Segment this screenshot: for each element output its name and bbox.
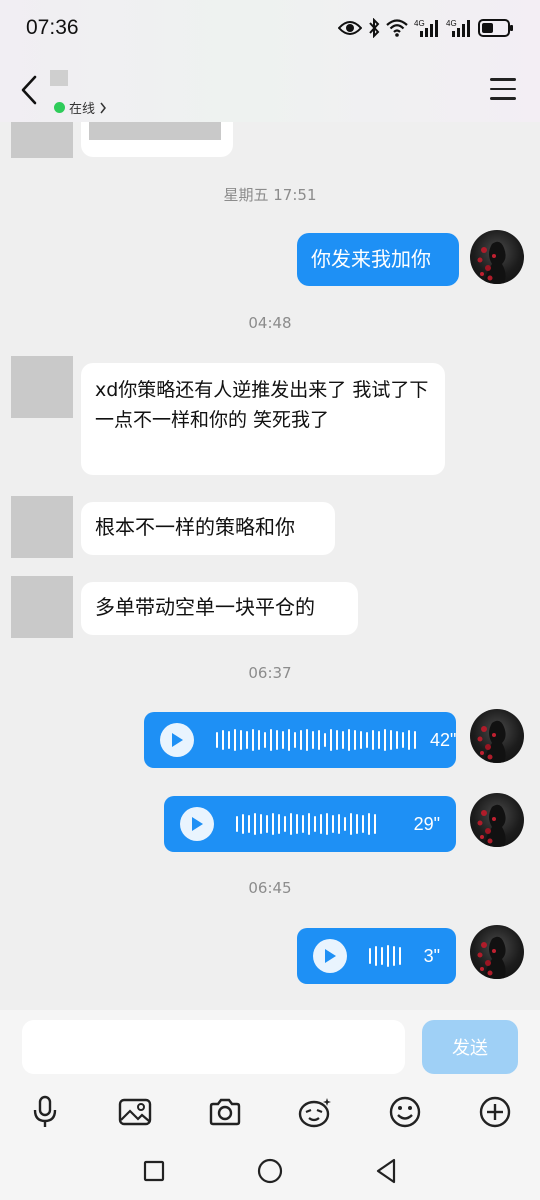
image-icon: [118, 1098, 152, 1126]
waveform: [216, 729, 416, 751]
emoji-button[interactable]: [385, 1092, 425, 1132]
contact-avatar[interactable]: [11, 122, 73, 158]
net-label-1: 4G: [414, 19, 425, 28]
voice-message[interactable]: 42": [144, 712, 456, 768]
bluetooth-icon: [369, 18, 380, 38]
online-status-label: 在线: [69, 102, 96, 117]
status-icons: 4G 4G: [338, 14, 514, 42]
input-bar: 发送: [0, 1010, 540, 1088]
home-button[interactable]: [253, 1154, 287, 1188]
timestamp: 06:37: [248, 664, 292, 682]
camera-button[interactable]: [205, 1092, 245, 1132]
sticker-button[interactable]: [295, 1092, 335, 1132]
voice-duration: 3": [423, 945, 440, 966]
play-button[interactable]: [313, 939, 347, 973]
input-toolbar: [0, 1088, 540, 1140]
send-button[interactable]: 发送: [422, 1020, 518, 1074]
plus-icon: [479, 1096, 511, 1128]
message-input[interactable]: [22, 1020, 405, 1074]
chat-header: 在线: [0, 58, 540, 122]
contact-avatar[interactable]: [11, 576, 73, 638]
menu-line: [490, 78, 516, 81]
redacted-message-bubble[interactable]: [81, 122, 233, 157]
eye-icon: [338, 21, 362, 35]
timestamp: 04:48: [248, 314, 292, 332]
square-icon: [143, 1160, 165, 1182]
online-status[interactable]: 在线: [54, 98, 107, 117]
message-bubble-outgoing[interactable]: 你发来我加你: [297, 233, 459, 286]
status-time: 07:36: [26, 16, 79, 39]
recents-button[interactable]: [137, 1154, 171, 1188]
play-icon: [192, 817, 203, 831]
sticker-icon: [298, 1098, 331, 1128]
back-nav-button[interactable]: [369, 1154, 403, 1188]
timestamp: 星期五 17:51: [223, 186, 317, 204]
voice-message[interactable]: 3": [297, 928, 456, 984]
online-dot-icon: [54, 102, 65, 113]
waveform: [369, 945, 401, 967]
voice-message[interactable]: 29": [164, 796, 456, 852]
net-label-2: 4G: [446, 19, 457, 28]
message-bubble-incoming[interactable]: 根本不一样的策略和你: [81, 502, 335, 555]
menu-line: [490, 97, 516, 100]
battery-icon: [478, 19, 513, 37]
menu-line: [490, 87, 516, 90]
chat-area[interactable]: 星期五 17:51 你发来我加你 04:48 xd你策略还有人逆推发出来了 我试…: [0, 122, 540, 1010]
voice-duration: 29": [413, 813, 440, 834]
my-avatar[interactable]: [470, 925, 524, 979]
waveform: [236, 813, 376, 835]
system-nav-bar: [0, 1140, 540, 1200]
microphone-icon: [33, 1095, 57, 1127]
menu-button[interactable]: [490, 78, 516, 100]
play-button[interactable]: [180, 807, 214, 841]
voice-duration: 42": [430, 729, 457, 750]
more-button[interactable]: [475, 1092, 515, 1132]
message-bubble-incoming[interactable]: xd你策略还有人逆推发出来了 我试了下 一点不一样和你的 笑死我了: [81, 363, 445, 475]
my-avatar[interactable]: [470, 230, 524, 284]
chevron-left-icon: [21, 75, 37, 105]
back-button[interactable]: [14, 72, 44, 108]
signal-4g-icon: 4G: [446, 19, 470, 37]
redacted-content: [89, 122, 221, 140]
contact-avatar[interactable]: [11, 496, 73, 558]
emoji-icon: [389, 1096, 421, 1128]
play-icon: [172, 733, 183, 747]
chevron-right-icon: [100, 102, 106, 113]
triangle-back-icon: [376, 1158, 396, 1184]
status-bar: 07:36 4G 4G: [0, 0, 540, 58]
contact-name-redacted[interactable]: [50, 70, 68, 86]
contact-avatar[interactable]: [11, 356, 73, 418]
play-icon: [325, 949, 336, 963]
signal-4g-icon: 4G: [414, 19, 438, 37]
wifi-icon: [386, 19, 408, 37]
circle-icon: [257, 1158, 283, 1184]
message-bubble-incoming[interactable]: 多单带动空单一块平仓的: [81, 582, 358, 635]
gallery-button[interactable]: [115, 1092, 155, 1132]
my-avatar[interactable]: [470, 793, 524, 847]
timestamp: 06:45: [248, 879, 292, 897]
camera-icon: [209, 1098, 241, 1126]
my-avatar[interactable]: [470, 709, 524, 763]
play-button[interactable]: [160, 723, 194, 757]
voice-input-button[interactable]: [25, 1092, 65, 1132]
